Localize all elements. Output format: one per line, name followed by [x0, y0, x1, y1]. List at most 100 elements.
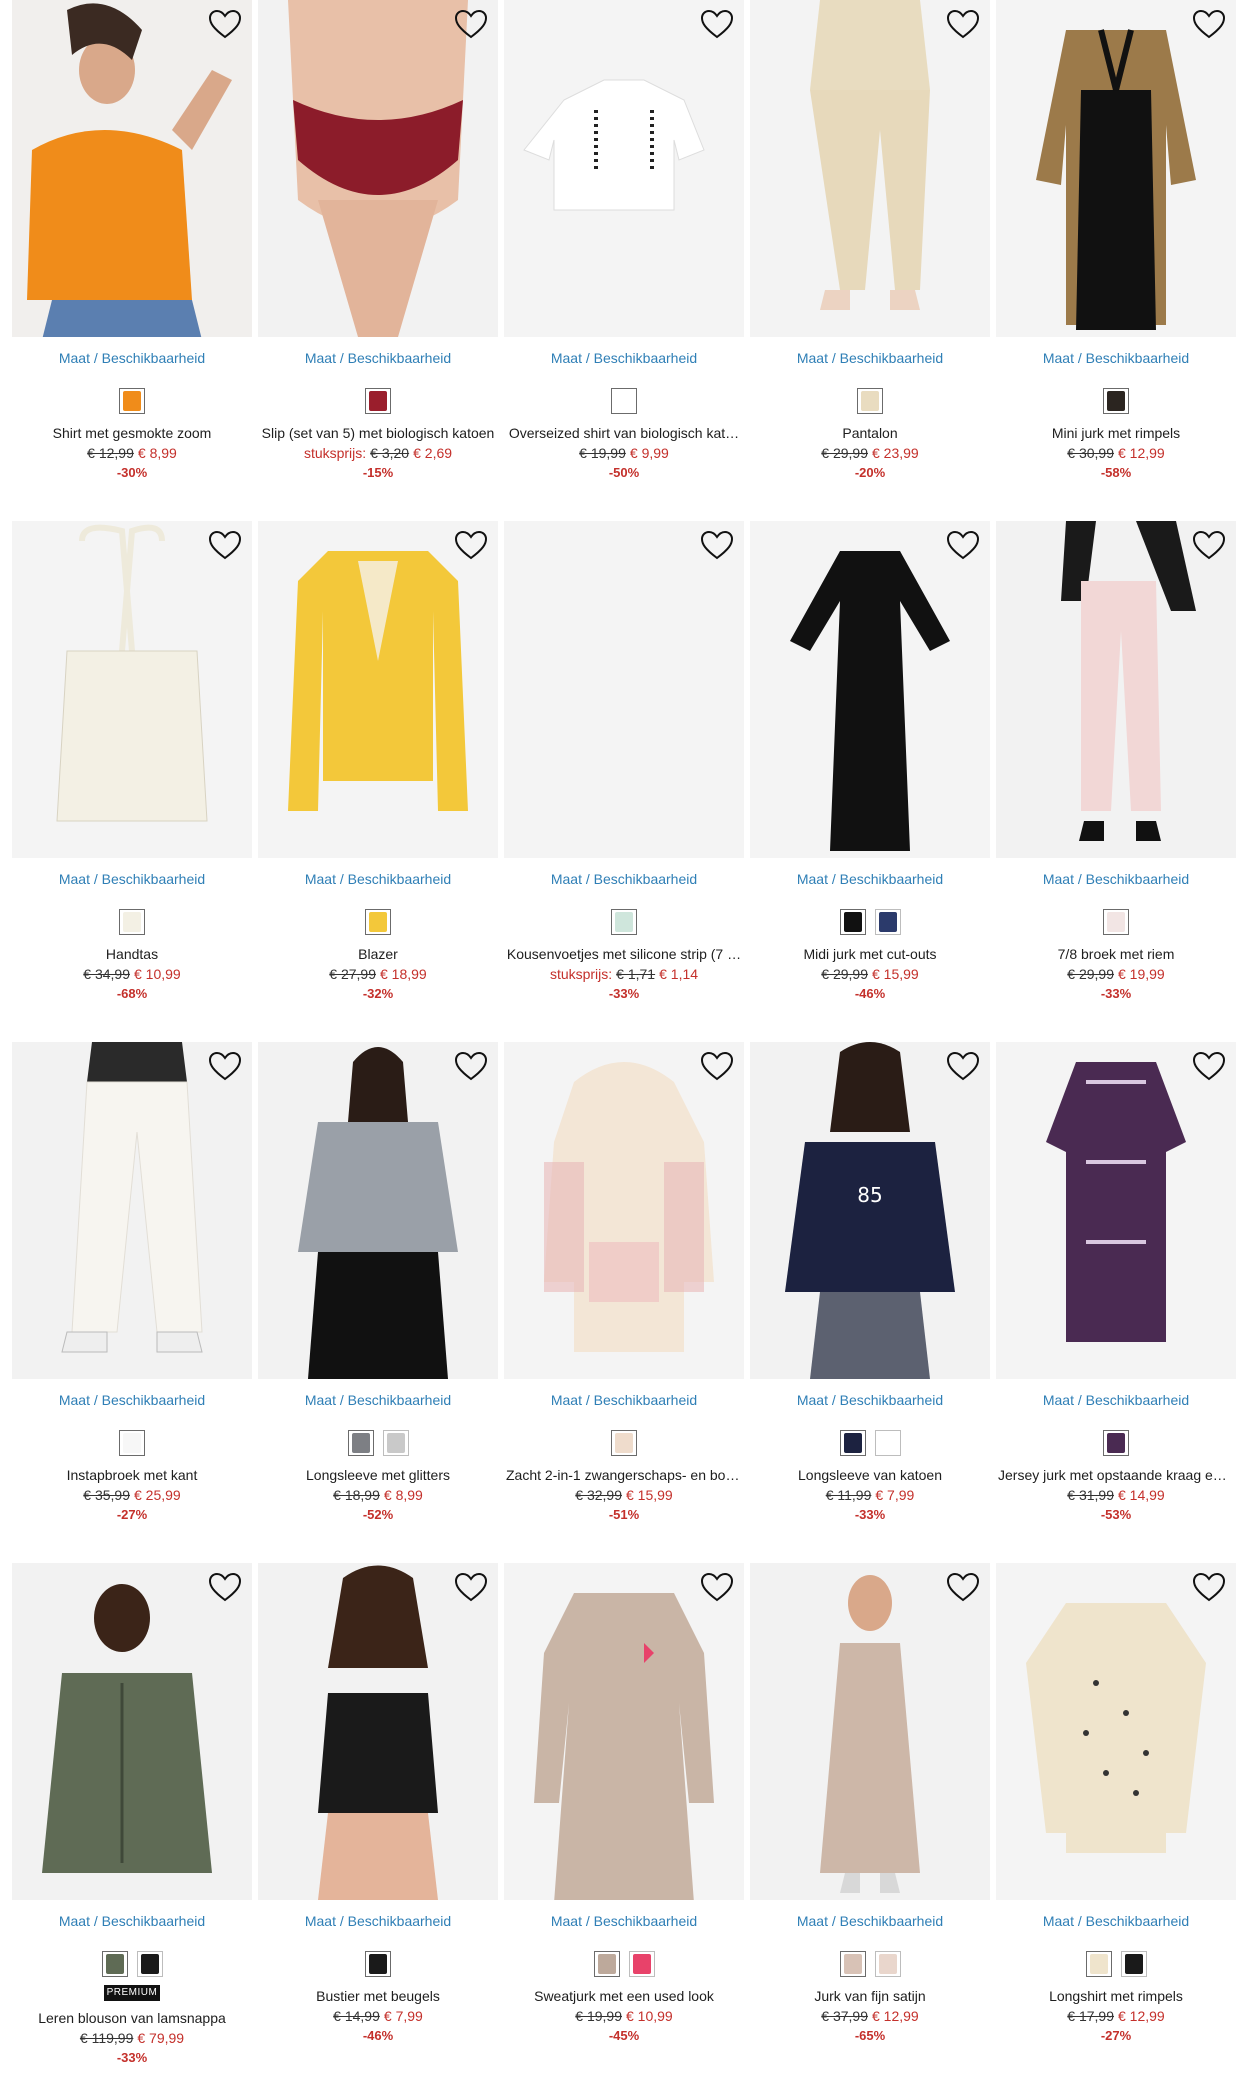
size-availability-link[interactable]: Maat / Beschikbaarheid	[12, 1912, 252, 1930]
product-image[interactable]	[12, 1563, 252, 1900]
product-card[interactable]: Maat / Beschikbaarheid Bustier met beuge…	[258, 1563, 498, 2084]
product-card[interactable]: Maat / Beschikbaarheid Sweatjurk met een…	[504, 1563, 744, 2084]
color-swatch[interactable]	[119, 909, 145, 935]
color-swatch[interactable]	[1103, 1430, 1129, 1456]
heart-icon[interactable]	[1192, 1051, 1226, 1083]
size-availability-link[interactable]: Maat / Beschikbaarheid	[750, 1391, 990, 1409]
color-swatch[interactable]	[365, 388, 391, 414]
color-swatch[interactable]	[839, 1951, 866, 1977]
color-swatch[interactable]	[857, 388, 883, 414]
color-swatch[interactable]	[365, 909, 391, 935]
product-title[interactable]: Handtas	[12, 945, 252, 963]
product-card[interactable]: Maat / Beschikbaarheid Longsleeve met gl…	[258, 1042, 498, 1563]
heart-icon[interactable]	[208, 530, 242, 562]
color-swatch[interactable]	[1120, 1951, 1147, 1977]
size-availability-link[interactable]: Maat / Beschikbaarheid	[258, 1391, 498, 1409]
product-title[interactable]: Mini jurk met rimpels	[996, 424, 1236, 442]
size-availability-link[interactable]: Maat / Beschikbaarheid	[258, 349, 498, 367]
product-title[interactable]: Midi jurk met cut-outs	[750, 945, 990, 963]
product-image[interactable]	[504, 0, 744, 337]
product-image[interactable]	[258, 1563, 498, 1900]
heart-icon[interactable]	[208, 9, 242, 41]
product-title[interactable]: Longshirt met rimpels	[996, 1987, 1236, 2005]
heart-icon[interactable]	[454, 9, 488, 41]
size-availability-link[interactable]: Maat / Beschikbaarheid	[12, 1391, 252, 1409]
size-availability-link[interactable]: Maat / Beschikbaarheid	[996, 1912, 1236, 1930]
heart-icon[interactable]	[700, 530, 734, 562]
product-card[interactable]: Maat / Beschikbaarheid Blazer € 27,99 € 1…	[258, 521, 498, 1042]
product-card[interactable]: Maat / Beschikbaarheid Jersey jurk met o…	[996, 1042, 1236, 1563]
heart-icon[interactable]	[946, 9, 980, 41]
size-availability-link[interactable]: Maat / Beschikbaarheid	[258, 870, 498, 888]
product-title[interactable]: Zacht 2-in-1 zwangerschaps- en bor…	[504, 1466, 744, 1484]
size-availability-link[interactable]: Maat / Beschikbaarheid	[750, 870, 990, 888]
product-title[interactable]: Longsleeve met glitters	[258, 1466, 498, 1484]
product-title[interactable]: Shirt met gesmokte zoom	[12, 424, 252, 442]
heart-icon[interactable]	[700, 1572, 734, 1604]
color-swatch[interactable]	[593, 1951, 620, 1977]
color-swatch[interactable]	[611, 909, 637, 935]
heart-icon[interactable]	[454, 1051, 488, 1083]
product-title[interactable]: Kousenvoetjes met silicone strip (7 …	[504, 945, 744, 963]
color-swatch[interactable]	[136, 1951, 163, 1977]
color-swatch[interactable]	[1103, 909, 1129, 935]
size-availability-link[interactable]: Maat / Beschikbaarheid	[504, 1391, 744, 1409]
size-availability-link[interactable]: Maat / Beschikbaarheid	[996, 1391, 1236, 1409]
color-swatch[interactable]	[1085, 1951, 1112, 1977]
product-image[interactable]	[504, 1042, 744, 1379]
color-swatch[interactable]	[347, 1430, 374, 1456]
size-availability-link[interactable]: Maat / Beschikbaarheid	[504, 349, 744, 367]
product-title[interactable]: Instapbroek met kant	[12, 1466, 252, 1484]
heart-icon[interactable]	[700, 1051, 734, 1083]
product-card[interactable]: Maat / Beschikbaarheid Jurk van fijn sat…	[750, 1563, 990, 2084]
size-availability-link[interactable]: Maat / Beschikbaarheid	[504, 1912, 744, 1930]
heart-icon[interactable]	[946, 530, 980, 562]
color-swatch[interactable]	[1103, 388, 1129, 414]
product-image[interactable]	[258, 521, 498, 858]
product-card[interactable]: Maat / Beschikbaarheid Mini jurk met rim…	[996, 0, 1236, 521]
product-image[interactable]	[12, 521, 252, 858]
color-swatch[interactable]	[611, 1430, 637, 1456]
product-card[interactable]: Maat / Beschikbaarheid Slip (set van 5) …	[258, 0, 498, 521]
heart-icon[interactable]	[946, 1572, 980, 1604]
size-availability-link[interactable]: Maat / Beschikbaarheid	[750, 1912, 990, 1930]
heart-icon[interactable]	[1192, 530, 1226, 562]
product-image[interactable]	[750, 521, 990, 858]
product-card[interactable]: Maat / Beschikbaarheid Longshirt met rim…	[996, 1563, 1236, 2084]
product-card[interactable]: Maat / Beschikbaarheid Handtas € 34,99 € …	[12, 521, 252, 1042]
product-image[interactable]: 85	[750, 1042, 990, 1379]
product-image[interactable]	[12, 0, 252, 337]
color-swatch[interactable]	[628, 1951, 655, 1977]
product-card[interactable]: Maat / Beschikbaarheid Shirt met gesmokt…	[12, 0, 252, 521]
heart-icon[interactable]	[208, 1051, 242, 1083]
color-swatch[interactable]	[874, 909, 901, 935]
size-availability-link[interactable]: Maat / Beschikbaarheid	[12, 349, 252, 367]
product-card[interactable]: Maat / Beschikbaarheid Instapbroek met k…	[12, 1042, 252, 1563]
product-image[interactable]	[750, 1563, 990, 1900]
product-image[interactable]	[996, 1563, 1236, 1900]
product-title[interactable]: Sweatjurk met een used look	[504, 1987, 744, 2005]
product-title[interactable]: Bustier met beugels	[258, 1987, 498, 2005]
color-swatch[interactable]	[839, 1430, 866, 1456]
product-card[interactable]: 85 Maat / Beschikbaarheid Longsleeve van…	[750, 1042, 990, 1563]
size-availability-link[interactable]: Maat / Beschikbaarheid	[750, 349, 990, 367]
product-card[interactable]: Maat / Beschikbaarheid Pantalon € 29,99 €…	[750, 0, 990, 521]
product-image[interactable]	[12, 1042, 252, 1379]
product-title[interactable]: Overseized shirt van biologisch kat…	[504, 424, 744, 442]
product-image[interactable]	[504, 521, 744, 858]
size-availability-link[interactable]: Maat / Beschikbaarheid	[258, 1912, 498, 1930]
product-image[interactable]	[996, 0, 1236, 337]
heart-icon[interactable]	[454, 1572, 488, 1604]
product-image[interactable]	[996, 1042, 1236, 1379]
product-card[interactable]: Maat / Beschikbaarheid PREMIUM Leren blo…	[12, 1563, 252, 2084]
heart-icon[interactable]	[946, 1051, 980, 1083]
heart-icon[interactable]	[1192, 9, 1226, 41]
size-availability-link[interactable]: Maat / Beschikbaarheid	[996, 870, 1236, 888]
size-availability-link[interactable]: Maat / Beschikbaarheid	[504, 870, 744, 888]
product-title[interactable]: Longsleeve van katoen	[750, 1466, 990, 1484]
color-swatch[interactable]	[119, 1430, 145, 1456]
product-card[interactable]: Maat / Beschikbaarheid Midi jurk met cut…	[750, 521, 990, 1042]
product-title[interactable]: Jurk van fijn satijn	[750, 1987, 990, 2005]
product-image[interactable]	[504, 1563, 744, 1900]
color-swatch[interactable]	[382, 1430, 409, 1456]
